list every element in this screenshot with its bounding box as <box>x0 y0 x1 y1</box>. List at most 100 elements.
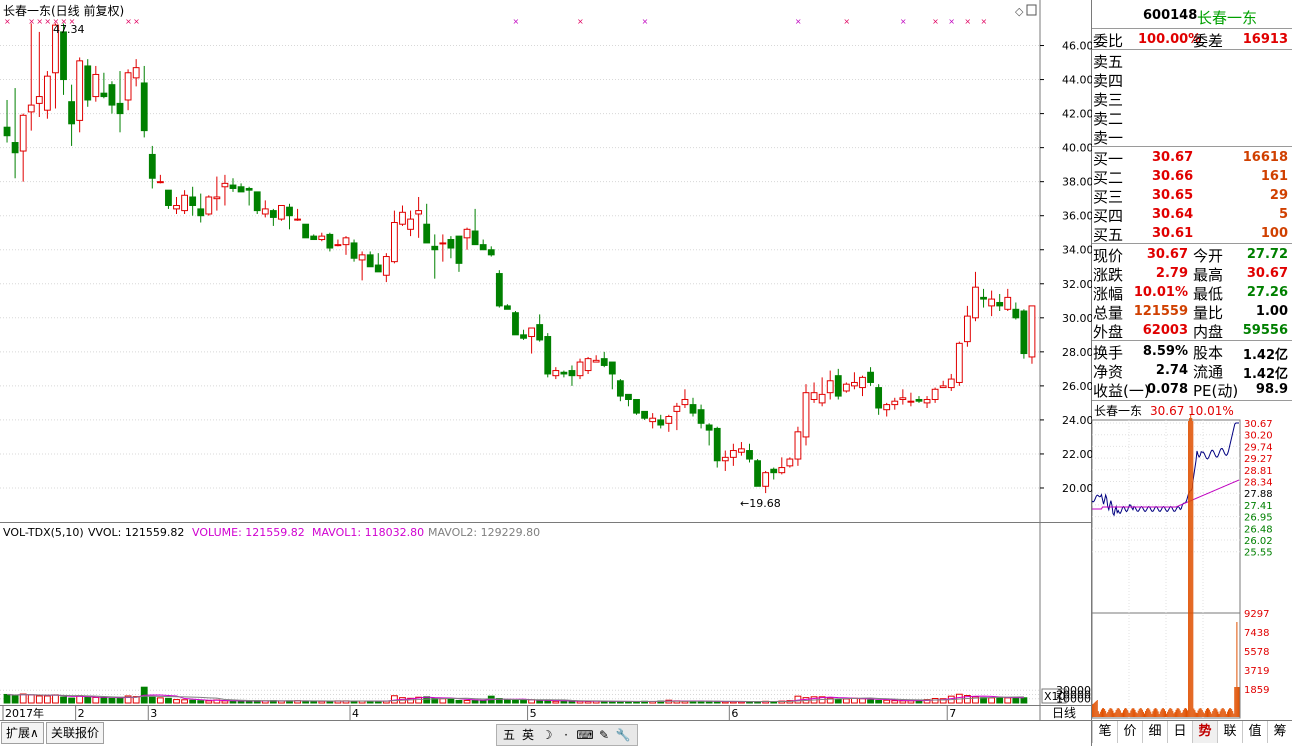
volume-bar <box>1012 697 1020 704</box>
right-tab-3[interactable]: 细 <box>1142 721 1167 743</box>
intraday-price-tick: 26.95 <box>1244 513 1273 524</box>
price-tick: 40.00 <box>1062 142 1092 155</box>
volume-bar <box>100 697 108 704</box>
right-tab-5[interactable]: 势 <box>1192 721 1217 743</box>
right-tab-2[interactable]: 价 <box>1117 721 1142 743</box>
quote-stat-row: 现价 30.67 今开 27.72 <box>1093 247 1288 265</box>
volume-bar <box>899 700 907 704</box>
candle <box>495 270 503 308</box>
price-tick: 20.00 <box>1062 482 1092 495</box>
related-quote-button[interactable]: 关联报价 <box>46 722 105 744</box>
date-tick: 7 <box>949 707 956 720</box>
info-mine-marker[interactable]: × <box>795 17 802 26</box>
info-mine-marker[interactable]: × <box>964 17 971 26</box>
price-tick: 24.00 <box>1062 414 1092 427</box>
price-tick: 36.00 <box>1062 210 1092 223</box>
candle <box>842 382 850 393</box>
price-tick: 42.00 <box>1062 108 1092 121</box>
volume-bar <box>116 697 124 704</box>
kline-chart-area[interactable]: 46.00 44.00 42.00 40.00 38.00 36.00 34.00 32.00… <box>0 0 1092 746</box>
right-tab-8[interactable]: 筹 <box>1267 721 1292 743</box>
volume-bar <box>43 695 51 704</box>
sell-level-row: 卖五 <box>1093 53 1124 71</box>
date-tick: 4 <box>352 707 359 720</box>
volume-bar <box>907 700 915 704</box>
info-mine-marker[interactable]: × <box>4 17 11 26</box>
date-tick: 2017年 <box>5 706 44 720</box>
info-mine-marker[interactable]: × <box>36 17 43 26</box>
intraday-price-tick: 26.48 <box>1244 524 1273 535</box>
right-tab-1[interactable]: 笔 <box>1092 721 1117 743</box>
volume-bar <box>68 697 76 704</box>
volume-bar <box>851 697 858 704</box>
date-tick: 2 <box>78 707 85 720</box>
diamond-icon[interactable]: ◇ <box>1015 5 1024 18</box>
volume-bar <box>471 699 479 704</box>
volume-bar <box>988 697 996 704</box>
info-mine-marker[interactable]: × <box>28 17 35 26</box>
sell-level-row: 卖一 <box>1093 129 1124 147</box>
volume-bar <box>156 697 164 704</box>
volume-bar <box>52 694 59 704</box>
volume-bar <box>84 696 92 704</box>
candle <box>84 59 92 107</box>
sell-level-row: 卖四 <box>1093 72 1124 90</box>
volume-bar <box>536 700 544 704</box>
price-tick: 22.00 <box>1062 448 1092 461</box>
volume-bar <box>60 696 67 704</box>
candle <box>253 191 261 214</box>
webi-row: 委比 100.00% 委差 16913 <box>1093 32 1288 50</box>
right-tab-4[interactable]: 日 <box>1167 721 1192 743</box>
intraday-price-tick: 29.27 <box>1244 454 1273 465</box>
info-mine-marker[interactable]: × <box>125 17 132 26</box>
candle <box>576 358 584 380</box>
volume-bar <box>310 700 318 704</box>
intraday-price-tick: 26.02 <box>1244 536 1273 547</box>
right-tab-7[interactable]: 值 <box>1242 721 1267 743</box>
intraday-chart[interactable]: 长春一东 30.67 10.01% 30.6730.2029.7429.2728… <box>1092 401 1292 719</box>
period-label[interactable]: 日线 <box>1052 706 1076 720</box>
info-mine-marker[interactable]: × <box>900 17 907 26</box>
info-mine-marker[interactable]: × <box>577 17 584 26</box>
volume-unit: X10 <box>1044 690 1066 703</box>
keyboard-icon[interactable]: ⌨ <box>576 727 594 743</box>
volume-bar <box>520 699 527 704</box>
moon-icon[interactable]: ☽ <box>538 727 556 743</box>
quote-stat-row: 收益(一) 0.078 PE(动) 98.9 <box>1093 382 1288 400</box>
dot-icon[interactable]: · <box>557 727 575 743</box>
info-mine-marker[interactable]: × <box>133 17 140 26</box>
candle <box>1028 305 1036 364</box>
expand-button[interactable]: 扩展∧ <box>1 722 44 744</box>
volume-bar <box>544 700 552 704</box>
info-mine-marker[interactable]: × <box>843 17 850 26</box>
candle <box>786 457 794 468</box>
volume-bar <box>875 699 883 704</box>
info-mine-marker[interactable]: × <box>948 17 955 26</box>
quote-stat-row: 净资 2.74 流通 1.42亿 <box>1093 363 1288 382</box>
quote-stat-row: 换手 8.59% 股本 1.42亿 <box>1093 344 1288 363</box>
date-tick: 5 <box>530 707 537 720</box>
intraday-volume-bars <box>1092 415 1240 717</box>
volume-bar <box>931 698 939 704</box>
info-mine-marker[interactable]: × <box>981 17 988 26</box>
volume-bar <box>503 699 511 704</box>
volume-bar <box>229 700 237 704</box>
indicator-name: VOL-TDX(5,10) VVOL: 121559.82 VOLUME: 12… <box>3 526 540 539</box>
pen-icon[interactable]: ✎ <box>595 727 613 743</box>
volume-bar <box>463 699 471 704</box>
intraday-price: 30.67 <box>1150 404 1184 418</box>
volume-bar <box>980 697 987 704</box>
english-mode-icon[interactable]: 英 <box>519 727 537 743</box>
price-tick: 26.00 <box>1062 380 1092 393</box>
volume-bar <box>859 698 866 704</box>
ime-icon[interactable]: 五 <box>500 727 518 743</box>
info-mine-marker[interactable]: × <box>44 17 51 26</box>
right-tab-6[interactable]: 联 <box>1217 721 1242 743</box>
info-mine-marker[interactable]: × <box>512 17 519 26</box>
info-mine-marker[interactable]: × <box>642 17 649 26</box>
wrench-icon[interactable]: 🔧 <box>614 727 632 743</box>
info-mine-marker[interactable]: × <box>932 17 939 26</box>
volume-bar <box>27 694 35 704</box>
volume-bar <box>205 700 213 704</box>
candle <box>802 384 810 446</box>
